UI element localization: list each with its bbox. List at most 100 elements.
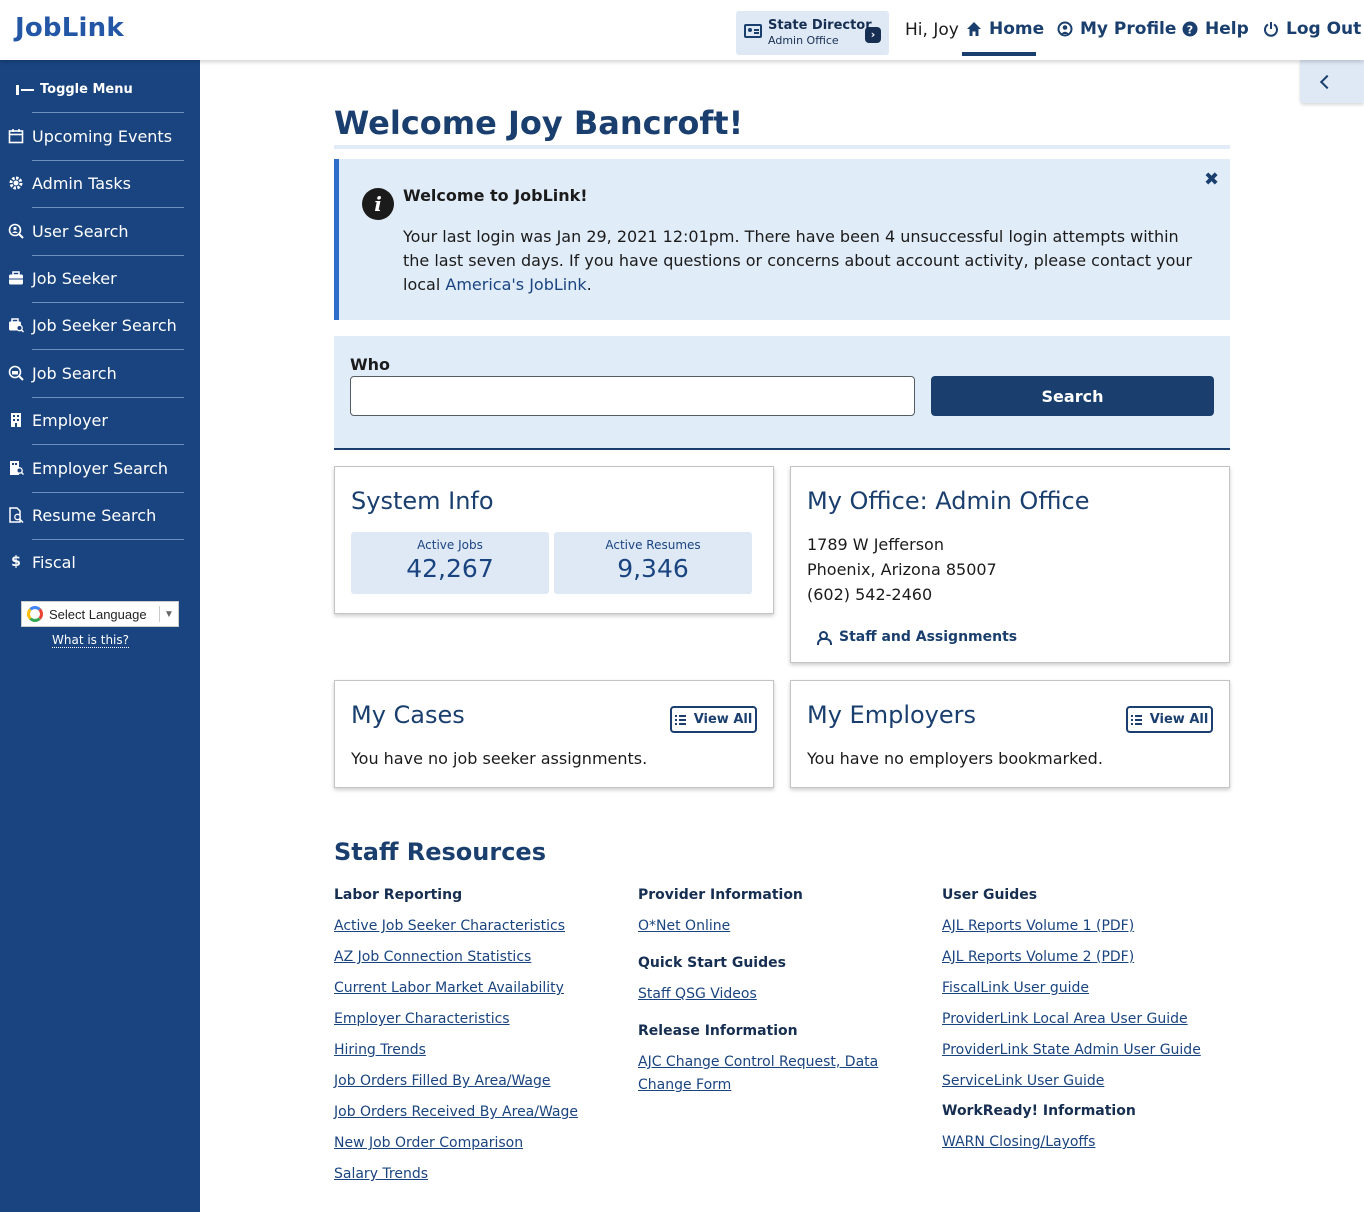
- sidebar-item-label: Resume Search: [32, 505, 157, 525]
- sidebar-divider: [32, 539, 184, 540]
- office-phone: (602) 542-2460: [807, 585, 933, 604]
- people-icon: [817, 631, 832, 645]
- card-title: System Info: [351, 487, 494, 515]
- close-icon[interactable]: ✖: [1204, 169, 1219, 190]
- sidebar-item-label: Admin Tasks: [32, 173, 131, 193]
- nav-help[interactable]: ? Help: [1182, 19, 1249, 39]
- who-label: Who: [350, 355, 391, 374]
- who-search-input[interactable]: [350, 376, 915, 416]
- svg-text:?: ?: [1187, 24, 1193, 37]
- staff-and-assignments-link[interactable]: Staff and Assignments: [817, 629, 1017, 645]
- building-search-icon: [10, 461, 24, 476]
- resource-link[interactable]: Job Orders Filled By Area/Wage: [334, 1070, 624, 1093]
- office-address-line2: Phoenix, Arizona 85007: [807, 560, 997, 579]
- sidebar-divider: [32, 112, 184, 113]
- search-panel: Who Search: [334, 336, 1230, 450]
- view-all-label: View All: [1149, 712, 1209, 727]
- americas-joblink-link[interactable]: America's JobLink: [445, 275, 586, 294]
- resource-link[interactable]: O*Net Online: [638, 915, 928, 938]
- sidebar-item-employer[interactable]: Employer: [8, 405, 192, 435]
- resource-link[interactable]: AZ Job Connection Statistics: [334, 946, 624, 969]
- resource-link[interactable]: WARN Closing/Layoffs: [942, 1131, 1232, 1154]
- sidebar-divider: [32, 349, 184, 350]
- list-icon: [674, 714, 686, 725]
- sidebar-item-job-search[interactable]: Job Search: [8, 358, 192, 388]
- google-logo-icon: [27, 606, 43, 622]
- question-circle-icon: ?: [1182, 21, 1198, 37]
- sidebar-item-label: Job Seeker: [32, 268, 117, 288]
- collapse-panel-button[interactable]: [1300, 60, 1364, 103]
- sidebar-item-label: User Search: [32, 221, 129, 241]
- sidebar-item-fiscal[interactable]: $ Fiscal: [8, 547, 192, 577]
- my-employers-card: My Employers View All You have no employ…: [790, 680, 1230, 788]
- sidebar-item-label: Employer Search: [32, 458, 169, 478]
- what-is-this-link[interactable]: What is this?: [52, 633, 130, 648]
- nav-log-out[interactable]: Log Out: [1263, 19, 1361, 39]
- stat-label: Active Jobs: [417, 538, 483, 552]
- chevron-right-icon: ›: [865, 27, 881, 43]
- nav-my-profile[interactable]: My Profile: [1057, 19, 1176, 39]
- resource-group-heading: Labor Reporting: [334, 887, 463, 903]
- nav-log-out-label: Log Out: [1286, 19, 1362, 39]
- alert-heading: Welcome to JobLink!: [403, 186, 588, 205]
- employers-view-all-button[interactable]: View All: [1126, 706, 1213, 733]
- sidebar-item-label: Fiscal: [32, 552, 76, 572]
- sidebar-item-admin-tasks[interactable]: Admin Tasks: [8, 168, 192, 198]
- nav-home[interactable]: Home: [966, 19, 1044, 39]
- sidebar-item-job-seeker[interactable]: Job Seeker: [8, 263, 192, 293]
- sidebar-item-job-seeker-search[interactable]: Job Seeker Search: [8, 310, 192, 340]
- alert-body: Your last login was Jan 29, 2021 12:01pm…: [403, 225, 1203, 297]
- employers-empty-text: You have no employers bookmarked.: [807, 749, 1103, 768]
- resource-link[interactable]: Salary Trends: [334, 1163, 624, 1186]
- resource-link[interactable]: FiscalLink User guide: [942, 977, 1232, 1000]
- briefcase-search-icon: [9, 318, 24, 333]
- sidebar-item-upcoming-events[interactable]: Upcoming Events: [8, 121, 192, 151]
- sidebar-item-user-search[interactable]: User Search: [8, 216, 192, 246]
- resource-group-heading: User Guides: [942, 887, 1038, 903]
- resources-column: Labor Reporting Active Job Seeker Charac…: [334, 885, 624, 1194]
- nav-my-profile-label: My Profile: [1080, 19, 1177, 39]
- sidebar-divider: [32, 160, 184, 161]
- sidebar-divider: [32, 444, 184, 445]
- top-header: JobLink State Director Admin Office › Hi…: [0, 0, 1364, 60]
- page-title: Welcome Joy Bancroft!: [334, 104, 744, 142]
- cases-view-all-button[interactable]: View All: [670, 706, 757, 733]
- role-switcher[interactable]: State Director Admin Office ›: [736, 11, 889, 55]
- cases-empty-text: You have no job seeker assignments.: [351, 749, 648, 768]
- resource-link[interactable]: Staff QSG Videos: [638, 983, 928, 1006]
- office-address-line1: 1789 W Jefferson: [807, 535, 944, 554]
- resource-link[interactable]: AJC Change Control Request, Data Change …: [638, 1051, 928, 1097]
- sidebar-divider: [32, 255, 184, 256]
- id-card-icon: [744, 24, 762, 38]
- stat-label: Active Resumes: [605, 538, 701, 552]
- staff-resources-title: Staff Resources: [334, 838, 546, 866]
- resources-column: User Guides AJL Reports Volume 1 (PDF) A…: [942, 885, 1232, 1162]
- resource-group-heading: Release Information: [638, 1023, 798, 1039]
- resource-link[interactable]: New Job Order Comparison: [334, 1132, 624, 1155]
- building-icon: [11, 413, 21, 427]
- resource-link[interactable]: ProviderLink State Admin User Guide: [942, 1039, 1232, 1062]
- search-button[interactable]: Search: [931, 376, 1214, 416]
- resource-link[interactable]: AJL Reports Volume 1 (PDF): [942, 915, 1232, 938]
- collapse-menu-icon: [16, 84, 34, 95]
- resource-link[interactable]: Active Job Seeker Characteristics: [334, 915, 624, 938]
- welcome-alert: i Welcome to JobLink! Your last login wa…: [334, 159, 1230, 320]
- toggle-menu-label: Toggle Menu: [40, 82, 133, 97]
- app-logo[interactable]: JobLink: [15, 13, 124, 43]
- alert-body-end: .: [586, 275, 592, 294]
- role-title: State Director: [768, 18, 872, 33]
- resource-link[interactable]: Employer Characteristics: [334, 1008, 624, 1031]
- resource-link[interactable]: Job Orders Received By Area/Wage: [334, 1101, 624, 1124]
- resource-link[interactable]: Current Labor Market Availability: [334, 977, 624, 1000]
- sidebar-item-resume-search[interactable]: Resume Search: [8, 500, 192, 530]
- language-select[interactable]: Select Language ▼: [21, 601, 179, 627]
- resource-link[interactable]: ProviderLink Local Area User Guide: [942, 1008, 1232, 1031]
- stat-value: 9,346: [617, 554, 689, 583]
- toggle-menu-button[interactable]: Toggle Menu: [16, 82, 133, 97]
- resource-link[interactable]: Hiring Trends: [334, 1039, 624, 1062]
- resource-link[interactable]: ServiceLink User Guide: [942, 1070, 1232, 1093]
- resource-link[interactable]: AJL Reports Volume 2 (PDF): [942, 946, 1232, 969]
- language-select-label: Select Language: [49, 606, 147, 622]
- sidebar-item-employer-search[interactable]: Employer Search: [8, 453, 192, 483]
- sidebar-divider: [32, 302, 184, 303]
